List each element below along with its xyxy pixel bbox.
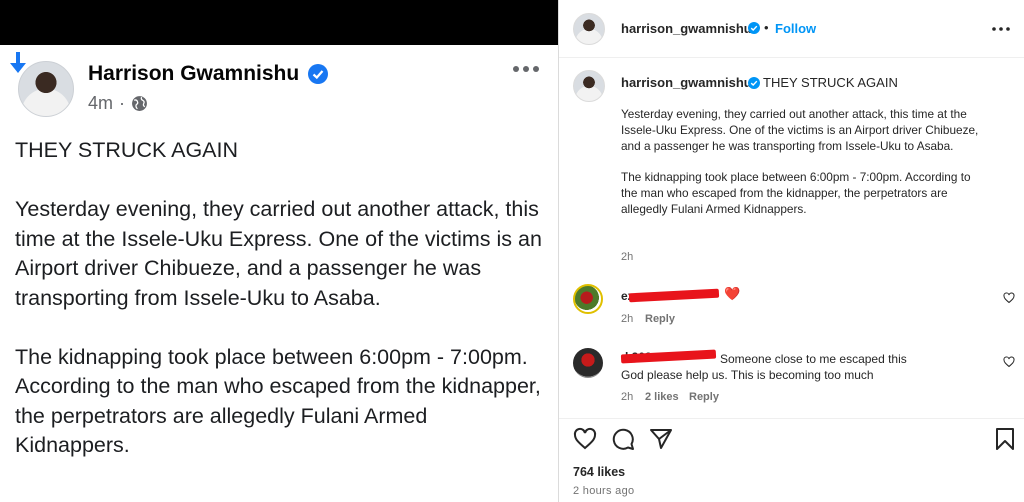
more-options-icon[interactable] (511, 62, 541, 76)
like-heart-icon[interactable] (573, 427, 597, 451)
caption-verified-icon (748, 77, 760, 89)
reply-button[interactable]: Reply (689, 391, 719, 403)
post-meta: 4m · (88, 93, 148, 114)
caption-avatar[interactable] (573, 70, 605, 102)
post-time-ago: 2 hours ago (573, 485, 635, 497)
post-timestamp[interactable]: 4m (88, 93, 113, 114)
post-body: THEY STRUCK AGAIN Yesterday evening, the… (15, 136, 545, 490)
globe-icon (132, 96, 147, 111)
meta-separator: · (119, 93, 126, 113)
comment-like-heart-icon[interactable] (1003, 292, 1015, 304)
comment-text: Someone close to me escaped this (720, 352, 907, 366)
header-dot: • (764, 20, 769, 35)
verified-badge-icon (748, 22, 760, 34)
share-send-icon[interactable] (649, 427, 673, 451)
post-title: THEY STRUCK AGAIN (15, 138, 239, 162)
instagram-post-panel: harrison_gwamnishu • Follow harrison_gwa… (558, 0, 1024, 502)
post-paragraph-1: Yesterday evening, they carried out anot… (15, 197, 542, 310)
actions-divider (559, 418, 1024, 419)
author-name[interactable]: Harrison Gwamnishu (88, 62, 299, 86)
caption-paragraph-2: The kidnapping took place between 6:00pm… (621, 170, 971, 216)
comment-likes[interactable]: 2 likes (645, 391, 679, 403)
comment-text-continued: God please help us. This is becoming too… (621, 368, 874, 382)
comment-bubble-icon[interactable] (611, 427, 635, 451)
comment-avatar[interactable] (573, 284, 603, 314)
caption-body: Yesterday evening, they carried out anot… (621, 107, 981, 234)
comment-avatar[interactable] (573, 348, 603, 378)
caption-username[interactable]: harrison_gwamnishu (621, 75, 752, 90)
header-divider (559, 57, 1024, 58)
likes-count[interactable]: 764 likes (573, 465, 625, 479)
caption-time[interactable]: 2h (621, 251, 633, 263)
top-black-bar (0, 0, 558, 45)
caption-paragraph-1: Yesterday evening, they carried out anot… (621, 107, 979, 153)
comment-time: 2h (621, 313, 634, 325)
reply-button[interactable]: Reply (645, 313, 675, 325)
header-avatar[interactable] (573, 13, 605, 45)
caption-title: THEY STRUCK AGAIN (763, 75, 898, 90)
verified-badge-icon (308, 64, 328, 84)
comment-time: 2h (621, 391, 634, 403)
more-options-icon[interactable] (991, 26, 1011, 32)
heart-emoji: ❤️ (724, 286, 741, 301)
post-paragraph-2: The kidnapping took place between 6:00pm… (15, 344, 541, 458)
follow-button[interactable]: Follow (775, 21, 816, 36)
author-avatar[interactable] (18, 61, 74, 117)
comment-like-heart-icon[interactable] (1003, 356, 1015, 368)
facebook-post: Harrison Gwamnishu 4m · THEY STRUCK AGAI… (0, 0, 558, 502)
save-bookmark-icon[interactable] (993, 427, 1017, 451)
header-username[interactable]: harrison_gwamnishu (621, 21, 752, 36)
